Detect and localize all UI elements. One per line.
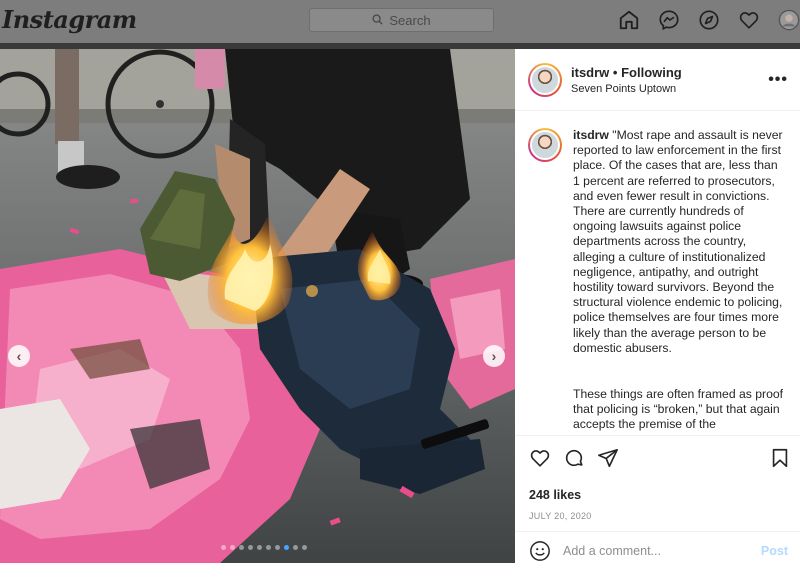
carousel-prev-button[interactable]: ‹ [8, 345, 30, 367]
post-caption: itsdrw "Most rape and assault is never r… [515, 112, 800, 434]
messenger-icon[interactable] [658, 9, 680, 31]
profile-avatar[interactable] [778, 9, 800, 31]
carousel-dot [302, 545, 307, 550]
instagram-logo[interactable]: Instagram [2, 5, 137, 34]
search-icon [372, 13, 383, 28]
share-icon[interactable] [597, 447, 619, 469]
like-icon[interactable] [529, 447, 551, 469]
caption-text-continued: These things are often framed as proof t… [573, 387, 784, 432]
save-icon[interactable] [769, 447, 791, 469]
caption-username[interactable]: itsdrw [573, 128, 609, 142]
carousel-dot [230, 545, 235, 550]
carousel-dot [293, 545, 298, 550]
caption-text: "Most rape and assault is never reported… [573, 128, 783, 355]
post-location[interactable]: Seven Points Uptown [571, 83, 676, 95]
carousel-dot [266, 545, 271, 550]
follow-status[interactable]: • Following [613, 65, 682, 80]
carousel-dot [275, 545, 280, 550]
heart-icon[interactable] [738, 9, 760, 31]
top-nav: Instagram Search [0, 0, 800, 43]
carousel-dot [284, 545, 289, 550]
home-icon[interactable] [618, 9, 640, 31]
search-placeholder: Search [389, 12, 431, 28]
post-comment-button[interactable]: Post [761, 544, 788, 558]
carousel-dot [248, 545, 253, 550]
search-input[interactable]: Search [309, 8, 494, 32]
explore-icon[interactable] [698, 9, 720, 31]
carousel-next-button[interactable]: › [483, 345, 505, 367]
author-avatar[interactable] [528, 63, 562, 97]
carousel-indicator [221, 545, 307, 550]
like-count[interactable]: 248 likes [529, 488, 581, 502]
post-date[interactable]: JULY 20, 2020 [529, 511, 592, 521]
comment-input[interactable]: Add a comment... [563, 544, 661, 558]
more-options-button[interactable]: ••• [768, 71, 788, 89]
emoji-icon[interactable] [529, 540, 551, 562]
caption-author-avatar[interactable] [528, 128, 562, 162]
carousel-dot [239, 545, 244, 550]
comment-bar: Add a comment... Post [515, 531, 800, 563]
post-header: itsdrw • Following Seven Points Uptown •… [515, 49, 800, 111]
author-username[interactable]: itsdrw [571, 65, 609, 80]
post-actions: 248 likes JULY 20, 2020 Add a comment...… [515, 435, 800, 563]
comment-icon[interactable] [563, 447, 585, 469]
carousel-dot [257, 545, 262, 550]
carousel-dot [221, 545, 226, 550]
post-panel: itsdrw • Following Seven Points Uptown •… [515, 49, 800, 563]
post-image[interactable]: ‹ › [0, 49, 515, 563]
